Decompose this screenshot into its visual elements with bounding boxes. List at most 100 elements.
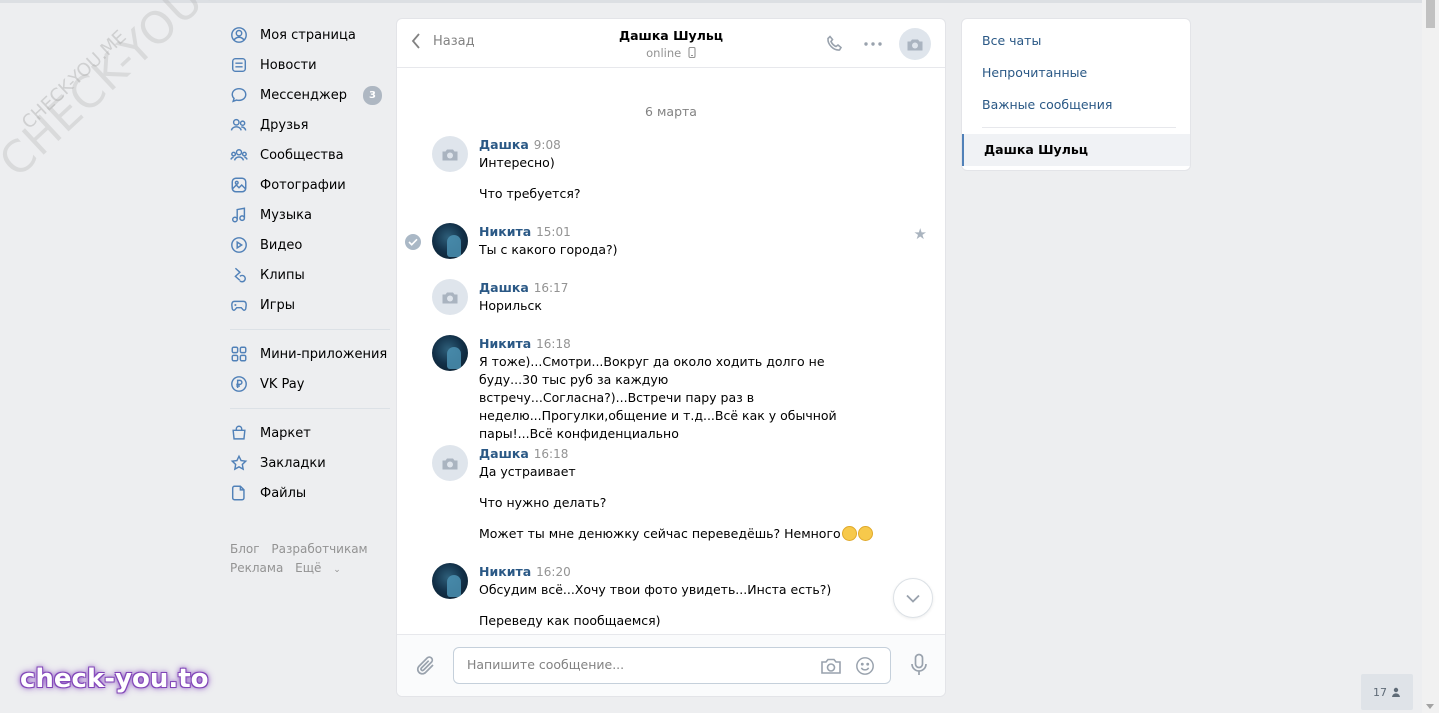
nav-label: Видео [260,237,303,253]
header-actions [813,28,931,60]
message-group[interactable]: Дашка 9:08 Интересно) Что требуется? [432,136,912,203]
message-time[interactable]: 16:18 [536,337,571,351]
smile-icon [856,657,874,675]
message-author[interactable]: Дашка [479,446,529,461]
camera-icon [442,292,458,303]
message-time[interactable]: 15:01 [536,225,571,239]
filter-unread[interactable]: Непрочитанные [962,57,1190,89]
photo-attach-button[interactable] [820,656,842,680]
active-chat-item[interactable]: Дашка Шульц [962,134,1190,166]
nav-item-my-page[interactable]: Моя страница [230,20,390,50]
voice-message-button[interactable] [909,653,929,681]
nav-label: Мини-приложения [260,346,388,362]
message-text: Переведу как пообщаемся) [479,613,661,628]
scroll-down-button[interactable] [893,578,933,618]
composer [397,634,945,696]
message-group[interactable]: Никита 15:01 Ты с какого города?) ★ [405,223,927,259]
files-icon [230,484,248,502]
peer-avatar[interactable] [899,28,931,60]
music-icon [230,206,248,224]
scrollbar-thumb[interactable] [1426,0,1435,28]
message-time[interactable]: 16:20 [536,565,571,579]
message-time[interactable]: 16:17 [534,281,569,295]
message-group[interactable]: Никита 16:18 Я тоже)...Смотри...Вокруг да… [432,335,912,443]
message-author[interactable]: Никита [479,224,531,239]
avatar[interactable] [432,279,468,315]
nav-item-market[interactable]: Маркет [230,418,390,448]
more-icon [864,42,882,46]
nav-item-messenger[interactable]: Мессенджер 3 [230,80,390,110]
nav-item-games[interactable]: Игры [230,290,390,320]
nav-item-music[interactable]: Музыка [230,200,390,230]
vkpay-icon [230,375,248,393]
attach-button[interactable] [415,654,437,682]
nav-label: Музыка [260,207,312,223]
footer-more-link[interactable]: Ещё ⌄ [295,561,349,575]
message-author[interactable]: Дашка [479,137,529,152]
camera-icon [442,149,458,160]
message-input-wrapper[interactable] [453,647,891,684]
nav-item-news[interactable]: Новости [230,50,390,80]
nav-item-vkpay[interactable]: VK Pay [230,369,390,399]
phone-call-button[interactable] [819,28,851,60]
message-text: Я тоже)...Смотри...Вокруг да около ходит… [479,354,837,441]
check-icon[interactable] [405,234,421,250]
friends-icon [230,116,248,134]
nav-item-friends[interactable]: Друзья [230,110,390,140]
chat-filters-panel: Все чаты Непрочитанные Важные сообщения … [961,18,1191,171]
avatar[interactable] [432,445,468,481]
footer-blog-link[interactable]: Блог [230,542,260,556]
message-time[interactable]: 9:08 [534,138,561,152]
left-nav: Моя страница Новости Мессенджер 3 Друзья… [230,20,390,580]
message-group[interactable]: Дашка 16:18 Да устраивает Что нужно делат… [432,445,912,543]
nav-item-communities[interactable]: Сообщества [230,140,390,170]
nav-item-files[interactable]: Файлы [230,478,390,508]
nav-label: Сообщества [260,147,344,163]
message-author[interactable]: Никита [479,336,531,351]
message-text: Ты с какого города?) [479,242,618,257]
nav-label: Игры [260,297,296,313]
message-group[interactable]: Никита 16:20 Обсудим всё...Хочу твои фото… [432,563,912,630]
message-author[interactable]: Никита [479,564,531,579]
message-time[interactable]: 16:18 [534,447,569,461]
panel-divider [982,127,1176,128]
nav-label: Моя страница [260,27,356,43]
avatar[interactable] [432,335,468,371]
peer-status-text: online [646,46,682,60]
scroll-arrow-down-icon[interactable] [1426,704,1434,709]
nav-divider [230,408,390,409]
emoji-button[interactable] [854,656,876,680]
nav-label: Клипы [260,267,305,283]
online-friends-widget[interactable]: 17 [1361,674,1413,710]
message-text: Что требуется? [479,186,581,201]
page-scrollbar[interactable] [1422,0,1439,713]
avatar[interactable] [432,223,468,259]
camera-icon [442,458,458,469]
avatar[interactable] [432,136,468,172]
clips-icon [230,266,248,284]
footer-ads-link[interactable]: Реклама [230,561,283,575]
camera-icon [821,658,841,674]
star-icon[interactable]: ★ [914,225,927,243]
avatar[interactable] [432,563,468,599]
message-author[interactable]: Дашка [479,280,529,295]
photos-icon [230,176,248,194]
flushed-emoji-icon [841,526,857,541]
filter-all-chats[interactable]: Все чаты [962,25,1190,57]
video-icon [230,236,248,254]
message-text: Интересно) [479,155,555,170]
nav-item-photos[interactable]: Фотографии [230,170,390,200]
person-icon [1392,687,1400,697]
news-icon [230,56,248,74]
nav-item-clips[interactable]: Клипы [230,260,390,290]
more-actions-button[interactable] [857,28,889,60]
nav-item-video[interactable]: Видео [230,230,390,260]
message-input[interactable] [467,657,797,672]
message-group[interactable]: Дашка 16:17 Норильск [432,279,912,315]
chevron-down-icon [906,594,920,603]
footer-dev-link[interactable]: Разработчикам [271,542,367,556]
nav-item-mini-apps[interactable]: Мини-приложения [230,339,390,369]
message-meta: Никита 15:01 [479,223,912,241]
nav-item-bookmarks[interactable]: Закладки [230,448,390,478]
filter-important[interactable]: Важные сообщения [962,89,1190,121]
